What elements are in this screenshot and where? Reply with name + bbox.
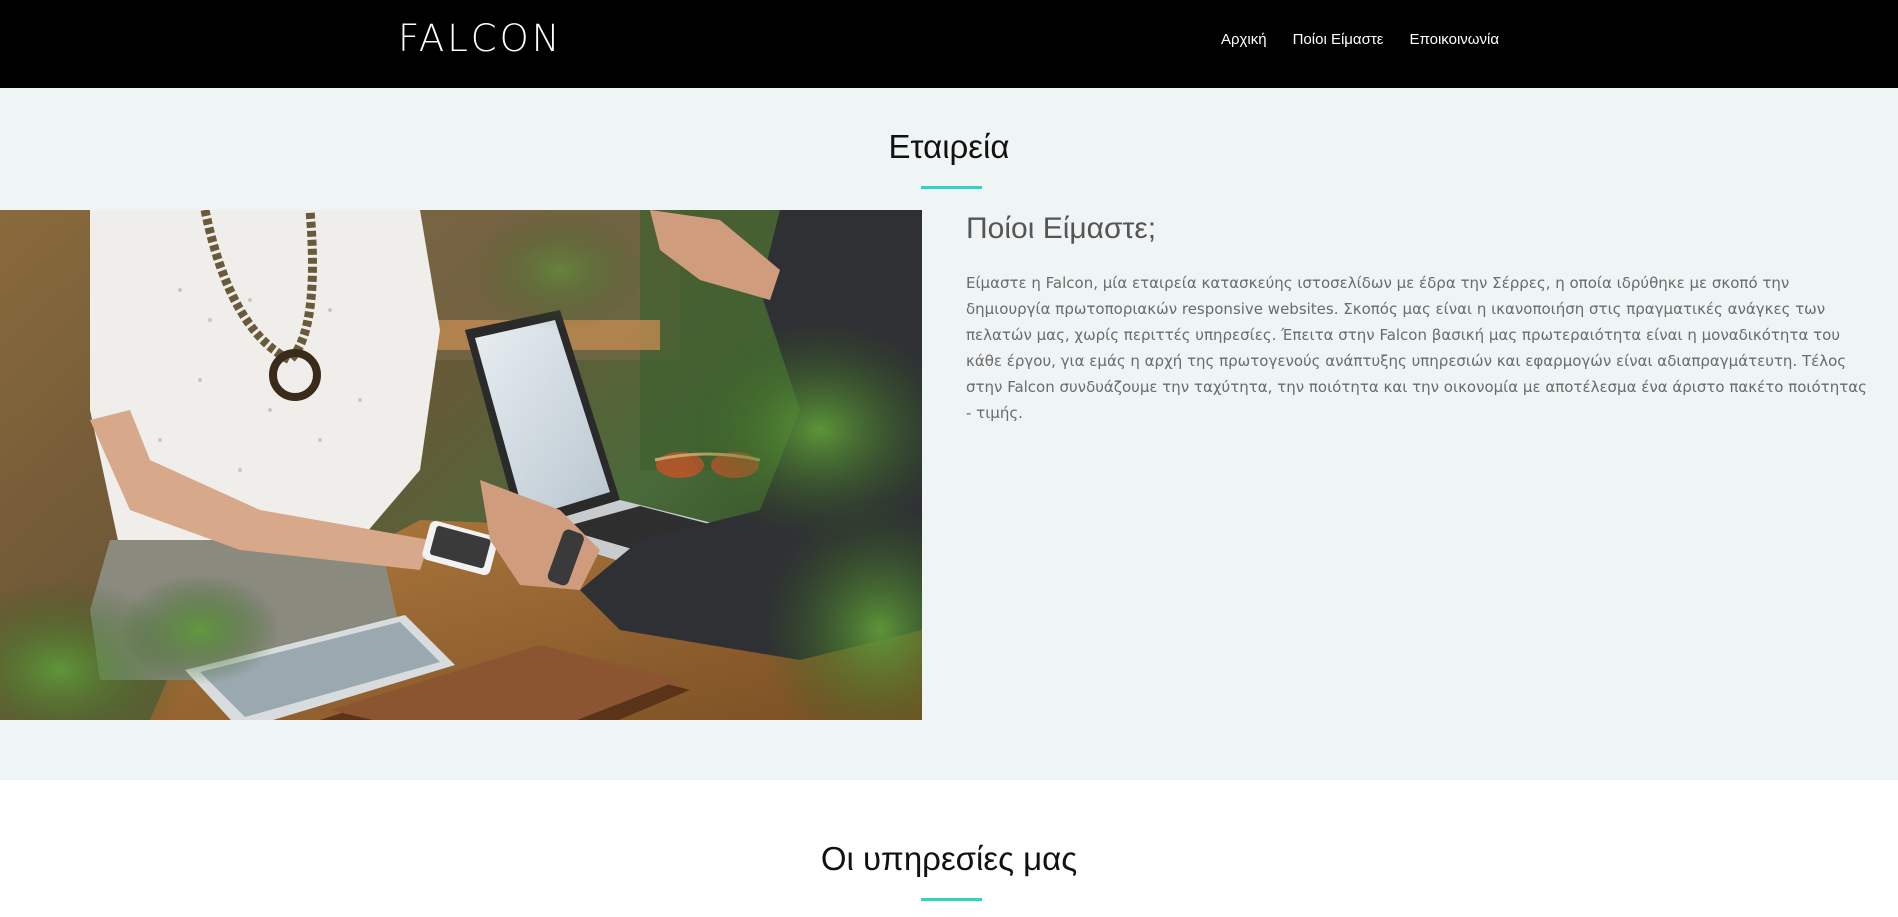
about-description: Είμαστε η Falcon, μία εταιρεία κατασκεύη… [966, 274, 1867, 422]
nav-link-about[interactable]: Ποίοι Είμαστε [1293, 31, 1384, 49]
about-heading: Ποίοι Είμαστε; [966, 212, 1157, 245]
main-nav: Αρχική Ποίοι Είμαστε Εποικοινωνία [1221, 31, 1499, 49]
services-section: Οι υπηρεσίες μας [0, 780, 1898, 917]
services-title-underline [921, 898, 982, 901]
brand-logo[interactable]: FALCON [398, 18, 562, 60]
nav-link-home[interactable]: Αρχική [1221, 31, 1267, 49]
meeting-photo [0, 210, 922, 720]
about-section-title: Εταιρεία [888, 128, 1010, 165]
about-section: Εταιρεία Ποίοι Είμαστε; Είμαστε η Falcon… [0, 88, 1898, 780]
services-section-title: Οι υπηρεσίες μας [820, 840, 1078, 877]
nav-link-contact[interactable]: Εποικοινωνία [1409, 31, 1499, 49]
about-title-underline [921, 186, 982, 189]
navbar: FALCON Αρχική Ποίοι Είμαστε Εποικοινωνία [0, 0, 1898, 88]
